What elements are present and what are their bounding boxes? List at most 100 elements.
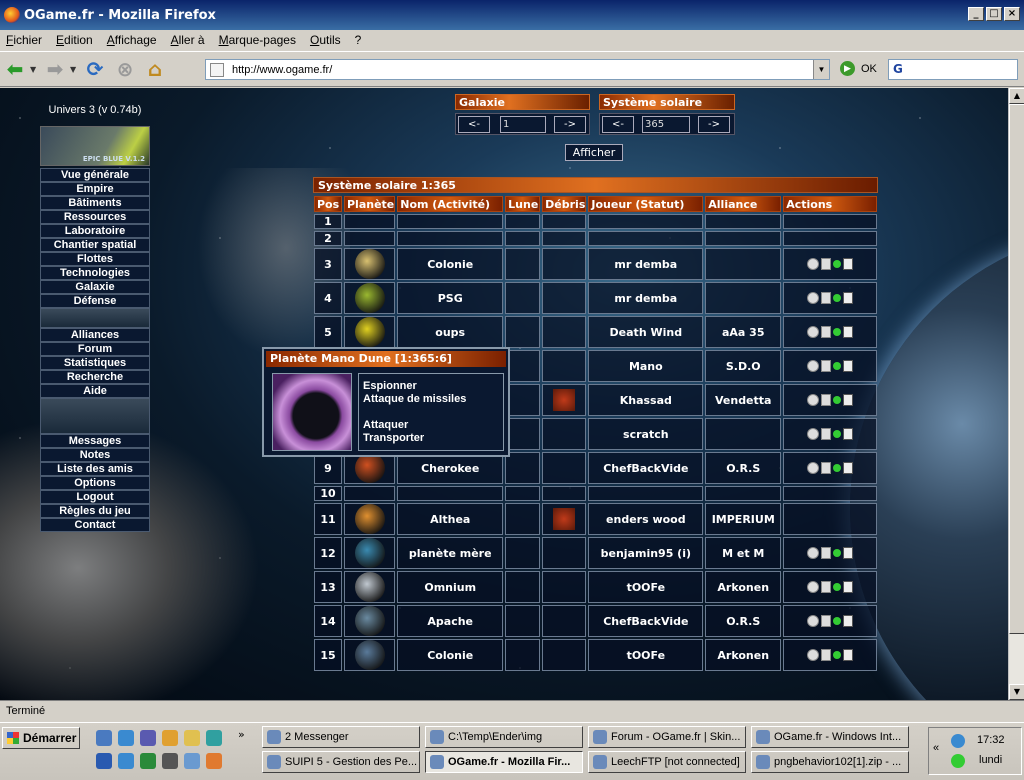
planet-name-cell[interactable]: oups <box>397 316 504 348</box>
sidebar-item-technologies[interactable]: Technologies <box>40 266 150 280</box>
quicklaunch-ie-icon[interactable] <box>96 730 112 746</box>
task-explorer[interactable]: C:\Temp\Ender\img <box>425 726 583 748</box>
sidebar-item-ressources[interactable]: Ressources <box>40 210 150 224</box>
sidebar-item-liste-amis[interactable]: Liste des amis <box>40 462 150 476</box>
debris-cell[interactable] <box>542 384 587 416</box>
quicklaunch-clock-icon[interactable] <box>162 730 178 746</box>
online-dot-icon[interactable] <box>833 328 842 336</box>
buddy-request-icon[interactable] <box>843 360 854 372</box>
sidebar-item-messages[interactable]: Messages <box>40 434 150 448</box>
online-dot-icon[interactable] <box>833 617 842 625</box>
url-dropdown-icon[interactable]: ▼ <box>813 60 829 79</box>
start-button[interactable]: Démarrer <box>2 727 80 749</box>
planet-thumbnail[interactable] <box>354 453 385 483</box>
spy-icon[interactable] <box>807 258 820 270</box>
system-prev-button[interactable]: <- <box>602 116 634 133</box>
sidebar-item-laboratoire[interactable]: Laboratoire <box>40 224 150 238</box>
alliance-cell[interactable]: Arkonen <box>705 639 782 671</box>
planet-name-cell[interactable]: Omnium <box>397 571 504 603</box>
task-ogame-ie[interactable]: OGame.fr - Windows Int... <box>751 726 909 748</box>
debris-field-icon[interactable] <box>553 508 576 530</box>
quicklaunch-tool-icon[interactable] <box>162 753 178 769</box>
spy-icon[interactable] <box>807 394 820 406</box>
buddy-request-icon[interactable] <box>843 581 854 593</box>
sidebar-item-batiments[interactable]: Bâtiments <box>40 196 150 210</box>
sidebar-item-galaxie[interactable]: Galaxie <box>40 280 150 294</box>
task-firefox[interactable]: OGame.fr - Mozilla Fir... <box>425 751 583 773</box>
planet-cell[interactable] <box>343 248 396 280</box>
online-dot-icon[interactable] <box>833 362 842 370</box>
buddy-request-icon[interactable] <box>843 292 854 304</box>
sidebar-item-statistiques[interactable]: Statistiques <box>40 356 150 370</box>
planet-thumbnail[interactable] <box>354 249 385 279</box>
sidebar-item-recherche[interactable]: Recherche <box>40 370 150 384</box>
message-icon[interactable] <box>821 428 832 440</box>
spy-icon[interactable] <box>807 649 820 661</box>
buddy-request-icon[interactable] <box>843 258 854 270</box>
message-icon[interactable] <box>821 394 832 406</box>
scroll-up-icon[interactable]: ▲ <box>1009 88 1024 104</box>
quicklaunch-excel-icon[interactable] <box>140 753 156 769</box>
debris-field-icon[interactable] <box>553 389 576 411</box>
spy-icon[interactable] <box>807 360 820 372</box>
spy-icon[interactable] <box>807 547 820 559</box>
alliance-cell[interactable]: O.R.S <box>705 452 782 484</box>
planet-thumbnail[interactable] <box>354 317 385 347</box>
alliance-cell[interactable]: Arkonen <box>705 571 782 603</box>
planet-thumbnail[interactable] <box>354 538 385 568</box>
quicklaunch-msn-icon[interactable] <box>118 753 134 769</box>
popup-action-missiles[interactable]: Attaque de missiles <box>363 393 503 406</box>
planet-name-cell[interactable]: Apache <box>397 605 504 637</box>
menu-outils[interactable]: Outils <box>310 33 341 47</box>
online-dot-icon[interactable] <box>833 396 842 404</box>
planet-thumbnail[interactable] <box>354 504 385 534</box>
planet-thumbnail[interactable] <box>354 283 385 313</box>
alliance-cell[interactable]: S.D.O <box>705 350 782 382</box>
message-icon[interactable] <box>821 258 832 270</box>
forward-dropdown-icon[interactable]: ▼ <box>70 65 80 74</box>
message-icon[interactable] <box>821 462 832 474</box>
sidebar-item-defense[interactable]: Défense <box>40 294 150 308</box>
popup-action-transporter[interactable]: Transporter <box>363 432 503 445</box>
online-dot-icon[interactable] <box>833 464 842 472</box>
sidebar-item-forum[interactable]: Forum <box>40 342 150 356</box>
player-cell[interactable]: scratch <box>588 418 704 450</box>
planet-cell[interactable] <box>343 537 396 569</box>
popup-action-attaquer[interactable]: Attaquer <box>363 419 503 432</box>
player-cell[interactable]: ChefBackVide <box>588 452 704 484</box>
planet-thumbnail[interactable] <box>354 572 385 602</box>
player-cell[interactable]: enders wood <box>588 503 704 535</box>
task-forum[interactable]: Forum - OGame.fr | Skin... <box>588 726 746 748</box>
menu-fichier[interactable]: Fichier <box>6 33 42 47</box>
menu-edition[interactable]: Edition <box>56 33 93 47</box>
planet-cell[interactable] <box>343 503 396 535</box>
planet-cell[interactable] <box>343 639 396 671</box>
buddy-request-icon[interactable] <box>843 649 854 661</box>
planet-cell[interactable] <box>343 571 396 603</box>
sidebar-item-empire[interactable]: Empire <box>40 182 150 196</box>
scroll-thumb[interactable] <box>1009 104 1024 634</box>
stop-icon[interactable]: ⊗ <box>110 54 140 84</box>
quicklaunch-folder-icon[interactable] <box>184 730 200 746</box>
buddy-request-icon[interactable] <box>843 326 854 338</box>
menu-affichage[interactable]: Affichage <box>107 33 157 47</box>
scroll-down-icon[interactable]: ▼ <box>1009 684 1024 700</box>
alliance-cell[interactable]: IMPERIUM <box>705 503 782 535</box>
tray-messenger-icon[interactable] <box>951 734 965 748</box>
online-dot-icon[interactable] <box>833 583 842 591</box>
spy-icon[interactable] <box>807 428 820 440</box>
url-text[interactable]: http://www.ogame.fr/ <box>232 64 332 76</box>
spy-icon[interactable] <box>807 615 820 627</box>
vertical-scrollbar[interactable]: ▲ ▼ <box>1008 88 1024 700</box>
planet-name-cell[interactable]: Colonie <box>397 248 504 280</box>
planet-name-cell[interactable]: Althea <box>397 503 504 535</box>
planet-thumbnail[interactable] <box>354 640 385 670</box>
online-dot-icon[interactable] <box>833 260 842 268</box>
buddy-request-icon[interactable] <box>843 428 854 440</box>
system-next-button[interactable]: -> <box>698 116 730 133</box>
galaxy-prev-button[interactable]: <- <box>458 116 490 133</box>
sidebar-item-regles[interactable]: Règles du jeu <box>40 504 150 518</box>
sidebar-item-options[interactable]: Options <box>40 476 150 490</box>
buddy-request-icon[interactable] <box>843 394 854 406</box>
message-icon[interactable] <box>821 581 832 593</box>
